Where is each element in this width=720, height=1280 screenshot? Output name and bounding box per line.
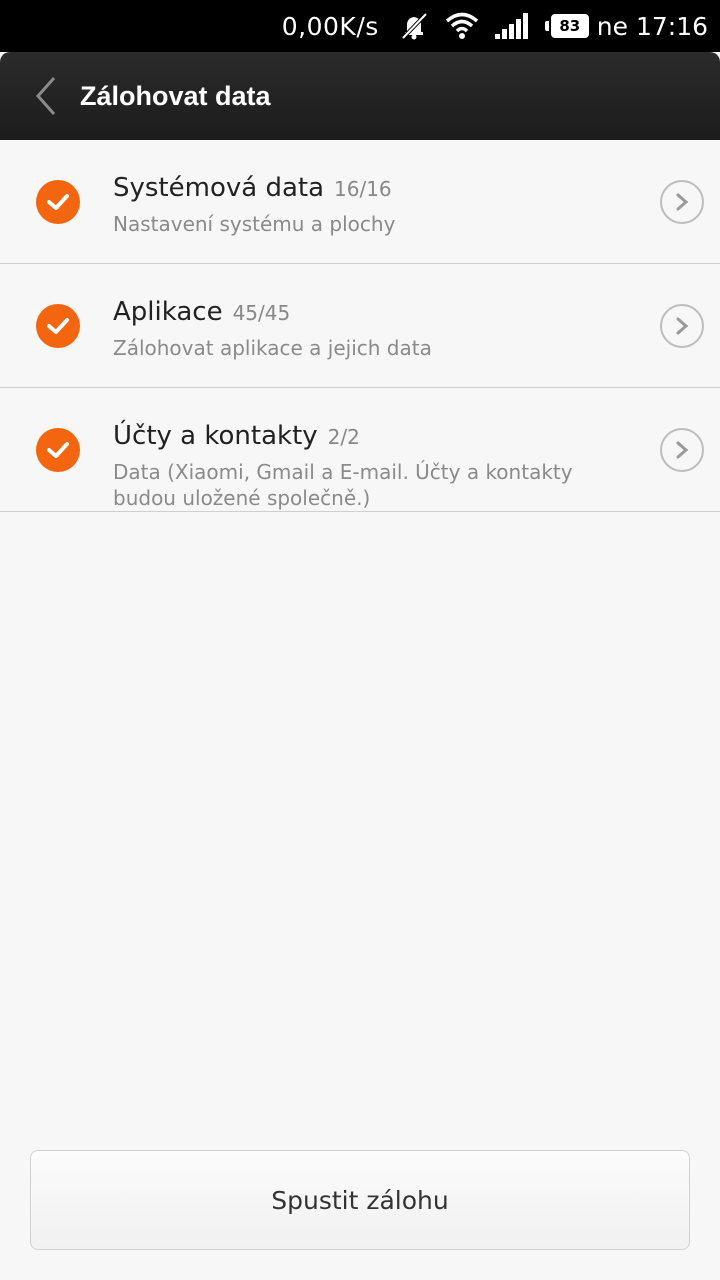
back-button[interactable]	[14, 52, 78, 140]
wifi-icon	[445, 12, 479, 40]
chevron-right-icon[interactable]	[660, 303, 704, 348]
start-backup-button[interactable]: Spustit zálohu	[30, 1150, 690, 1250]
page-title: Zálohovat data	[80, 80, 271, 111]
item-subtitle: Data (Xiaomi, Gmail a E-mail. Účty a kon…	[113, 460, 573, 510]
item-subtitle: Nastavení systému a plochy	[113, 212, 396, 236]
chevron-right-icon[interactable]	[660, 179, 704, 224]
network-speed: 0,00K/s	[281, 11, 379, 41]
status-bar: 0,00K/s 83 ne 17:16	[0, 0, 720, 52]
backup-item-list: Systémová data 16/16 Nastavení systému a …	[0, 140, 720, 512]
notifications-muted-icon	[399, 11, 429, 41]
check-icon[interactable]	[36, 179, 80, 224]
item-title: Účty a kontakty	[113, 421, 318, 451]
item-count: 45/45	[232, 301, 291, 325]
item-text: Systémová data 16/16 Nastavení systému a …	[113, 172, 633, 237]
backup-item-accounts-contacts[interactable]: Účty a kontakty 2/2 Data (Xiaomi, Gmail a…	[0, 388, 720, 512]
item-title: Systémová data	[113, 173, 325, 203]
check-icon[interactable]	[36, 303, 80, 348]
chevron-left-icon	[35, 77, 56, 115]
check-icon[interactable]	[36, 427, 80, 472]
battery-icon: 83	[544, 14, 597, 38]
title-bar: Zálohovat data	[0, 52, 720, 140]
day-time: ne 17:16	[596, 11, 708, 41]
backup-item-apps[interactable]: Aplikace 45/45 Zálohovat aplikace a jejic…	[0, 264, 720, 388]
battery-level: 83	[550, 14, 589, 38]
item-count: 16/16	[334, 177, 392, 201]
item-text: Aplikace 45/45 Zálohovat aplikace a jejic…	[113, 296, 633, 361]
item-text: Účty a kontakty 2/2 Data (Xiaomi, Gmail a…	[113, 420, 633, 511]
signal-icon	[494, 13, 529, 39]
chevron-right-icon[interactable]	[660, 427, 704, 472]
item-title: Aplikace	[113, 297, 223, 327]
backup-item-system-data[interactable]: Systémová data 16/16 Nastavení systému a …	[0, 140, 720, 264]
backup-screen: 0,00K/s 83 ne 17:16 Zálohovat data Systé…	[0, 0, 720, 1280]
item-count: 2/2	[327, 425, 360, 449]
item-subtitle: Zálohovat aplikace a jejich data	[113, 336, 432, 360]
